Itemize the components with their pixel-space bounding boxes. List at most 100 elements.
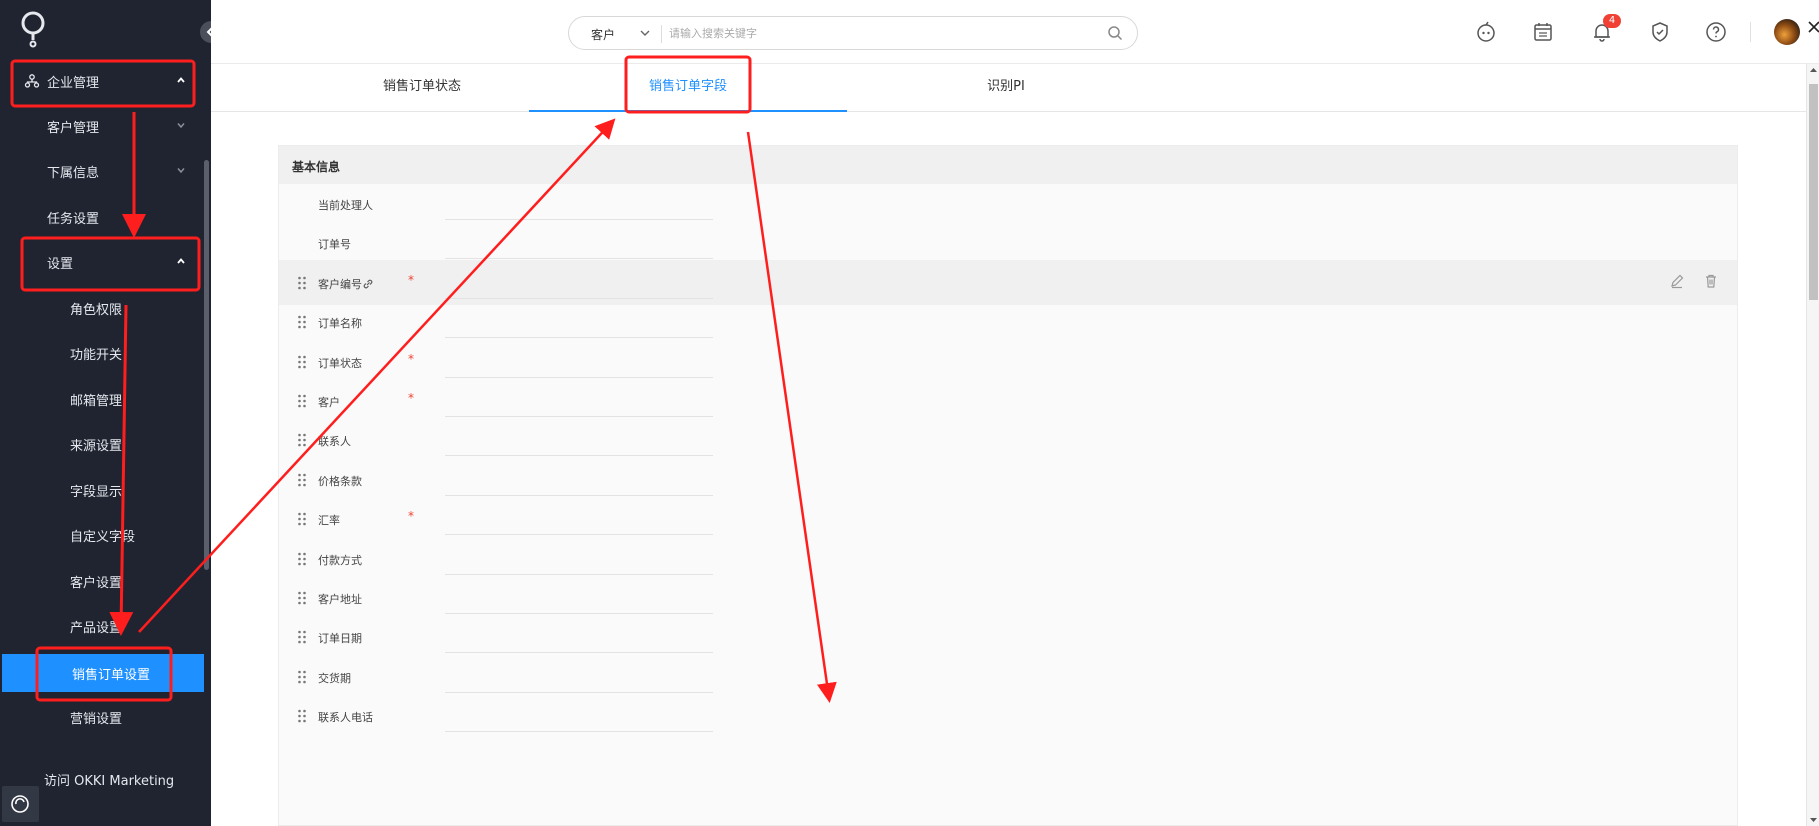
field-input-line xyxy=(445,731,713,733)
sidebar: 企业管理客户管理下属信息任务设置设置角色权限功能开关邮箱管理来源设置字段显示自定… xyxy=(0,0,211,826)
field-label: 客户地址 xyxy=(318,591,362,607)
search-scope-select[interactable]: 客户 xyxy=(591,26,615,43)
drag-handle-icon[interactable] xyxy=(297,552,307,566)
basic-info-panel: 基本信息 当前处理人 订单号 客户编号 * 订单名称 订单状态 * 客户 * 联系人 价格条款 汇率 *… xyxy=(278,145,1738,826)
sidebar-item-customer-settings[interactable]: 客户设置 xyxy=(0,561,204,601)
field-label-text: 订单号 xyxy=(318,238,351,252)
sidebar-item-label: 角色权限 xyxy=(70,302,123,318)
drag-handle-icon[interactable] xyxy=(297,394,307,408)
chevron-down-icon[interactable] xyxy=(639,27,651,39)
field-label: 客户 xyxy=(318,394,340,410)
drag-handle-icon[interactable] xyxy=(297,630,307,644)
chevron-up-icon xyxy=(177,258,185,264)
sidebar-item-label: 企业管理 xyxy=(47,75,100,91)
edit-icon[interactable] xyxy=(1669,273,1685,289)
sidebar-item-label: 任务设置 xyxy=(47,211,100,227)
drag-handle-icon[interactable] xyxy=(297,709,307,723)
field-label-text: 订单名称 xyxy=(318,317,362,331)
field-label: 汇率 xyxy=(318,512,340,528)
sidebar-item-field-display[interactable]: 字段显示 xyxy=(0,470,204,510)
required-marker: * xyxy=(408,391,414,405)
close-icon[interactable] xyxy=(1807,16,1819,40)
tab-bar: 销售订单状态 销售订单字段 识别PI xyxy=(211,64,1806,112)
required-marker: * xyxy=(408,509,414,524)
field-label: 订单号 xyxy=(318,236,351,252)
refresh-icon xyxy=(11,795,29,813)
field-label-text: 订单状态 xyxy=(318,356,362,370)
form-field-row[interactable]: 联系人电话 xyxy=(279,693,1737,739)
chevron-up-icon xyxy=(177,77,185,83)
trash-icon[interactable] xyxy=(1703,273,1719,289)
sidebar-item-mailbox-management[interactable]: 邮箱管理 xyxy=(0,379,204,419)
section-title: 基本信息 xyxy=(292,160,341,174)
tab-identify-pi[interactable]: 识别PI xyxy=(847,64,1165,112)
sidebar-item-product-settings[interactable]: 产品设置 xyxy=(0,606,204,646)
tab-sales-order-fields[interactable]: 销售订单字段 xyxy=(529,64,847,112)
sidebar-item-marketing-settings[interactable]: 营销设置 xyxy=(0,697,204,737)
refresh-button[interactable] xyxy=(2,786,39,822)
sidebar-item-feature-switches[interactable]: 功能开关 xyxy=(0,333,204,373)
global-search: 客户 xyxy=(568,16,1138,50)
sidebar-scrollbar[interactable] xyxy=(204,160,209,570)
field-label-text: 汇率 xyxy=(318,514,340,528)
drag-handle-icon[interactable] xyxy=(297,670,307,684)
drag-handle-icon[interactable] xyxy=(297,512,307,526)
top-header: 客户 xyxy=(211,0,1819,64)
calendar-icon[interactable] xyxy=(1531,20,1555,44)
link-icon[interactable] xyxy=(362,278,374,290)
shield-check-icon[interactable] xyxy=(1648,20,1672,44)
field-label-text: 客户 xyxy=(318,396,340,409)
drag-handle-icon[interactable] xyxy=(297,276,307,290)
field-label-text: 价格条款 xyxy=(318,474,362,488)
logo-icon[interactable] xyxy=(18,8,48,48)
sidebar-item-label: 销售订单设置 xyxy=(72,667,151,683)
drag-handle-icon[interactable] xyxy=(297,433,307,447)
avatar[interactable] xyxy=(1774,19,1800,45)
field-label-text: 联系人 xyxy=(318,435,351,449)
sidebar-item-role-permissions[interactable]: 角色权限 xyxy=(0,288,204,328)
field-label-text: 当前处理人 xyxy=(318,199,373,212)
sidebar-item-label: 客户设置 xyxy=(70,575,123,591)
page-scrollbar[interactable] xyxy=(1806,64,1819,826)
field-label-text: 交货期 xyxy=(318,671,351,685)
field-label: 订单日期 xyxy=(318,630,362,646)
sidebar-item-settings[interactable]: 设置 xyxy=(0,242,204,282)
notification-badge: 4 xyxy=(1603,14,1621,28)
drag-handle-icon[interactable] xyxy=(297,473,307,487)
drag-handle-icon[interactable] xyxy=(297,315,307,329)
sidebar-item-task-settings[interactable]: 任务设置 xyxy=(0,197,204,237)
sidebar-item-source-settings[interactable]: 来源设置 xyxy=(0,424,204,464)
chevron-down-icon xyxy=(177,123,185,129)
tab-label: 识别PI xyxy=(987,79,1025,94)
field-label-text: 联系人电话 xyxy=(318,711,373,725)
drag-handle-icon[interactable] xyxy=(297,591,307,605)
sidebar-item-enterprise-management[interactable]: 企业管理 xyxy=(0,61,204,101)
field-label-text: 订单日期 xyxy=(318,632,362,646)
help-icon[interactable] xyxy=(1704,20,1728,44)
search-icon[interactable] xyxy=(1107,25,1123,41)
scroll-up-icon[interactable] xyxy=(1807,64,1819,76)
field-label: 当前处理人 xyxy=(318,197,373,213)
sidebar-item-label: 字段显示 xyxy=(70,484,123,500)
field-label: 交货期 xyxy=(318,670,351,686)
sidebar-item-label: 下属信息 xyxy=(47,165,100,181)
robot-icon[interactable] xyxy=(1474,20,1498,44)
scroll-down-icon[interactable] xyxy=(1807,814,1819,826)
section-header: 基本信息 xyxy=(279,146,1737,184)
org-icon xyxy=(24,74,40,88)
search-input[interactable] xyxy=(669,23,1069,43)
sidebar-item-label: 来源设置 xyxy=(70,438,123,454)
field-label: 价格条款 xyxy=(318,473,362,489)
okki-marketing-label: 访问 OKKI Marketing xyxy=(44,774,175,789)
sidebar-item-customer-management[interactable]: 客户管理 xyxy=(0,106,204,146)
sidebar-item-custom-fields[interactable]: 自定义字段 xyxy=(0,515,204,555)
app-root: 企业管理客户管理下属信息任务设置设置角色权限功能开关邮箱管理来源设置字段显示自定… xyxy=(0,0,1819,826)
field-label: 付款方式 xyxy=(318,552,362,568)
field-label: 联系人 xyxy=(318,433,351,449)
scrollbar-thumb[interactable] xyxy=(1809,84,1818,300)
tab-label: 销售订单字段 xyxy=(648,79,727,94)
sidebar-item-subordinate-info[interactable]: 下属信息 xyxy=(0,151,204,191)
header-divider xyxy=(1750,22,1751,42)
sidebar-item-sales-order-settings[interactable]: 销售订单设置 xyxy=(2,654,204,692)
drag-handle-icon[interactable] xyxy=(297,355,307,369)
